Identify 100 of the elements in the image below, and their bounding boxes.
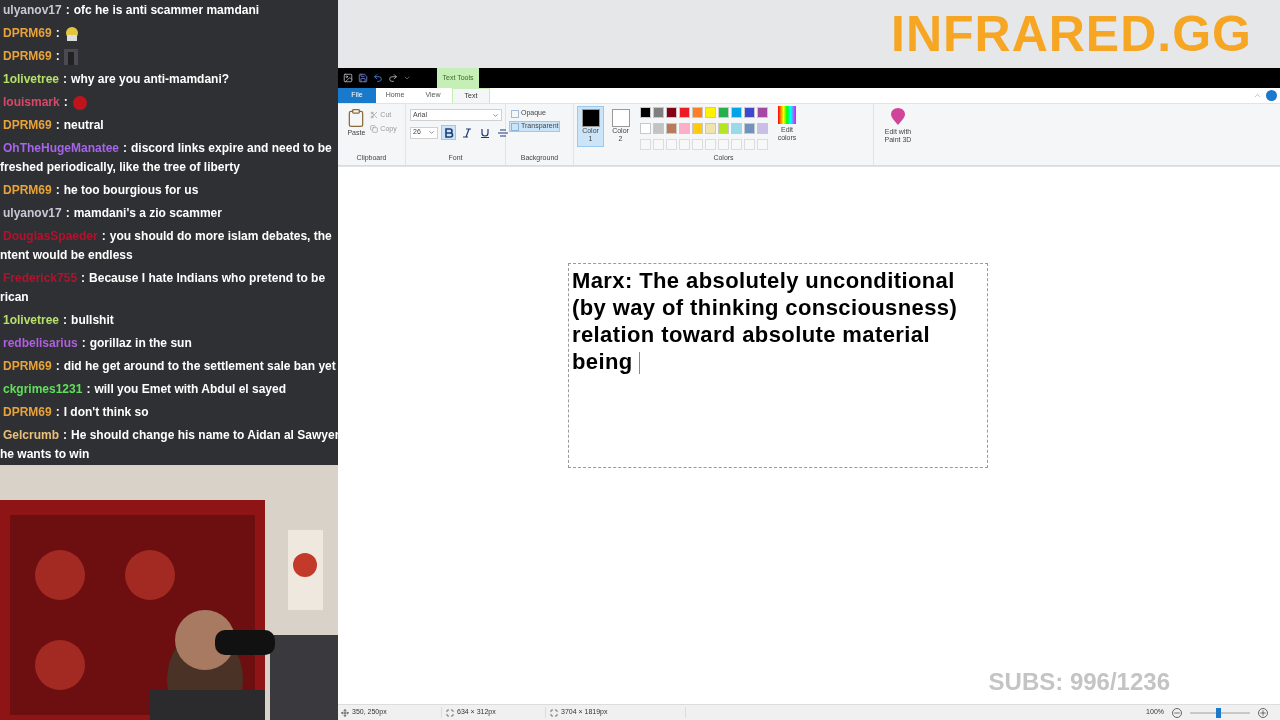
palette-swatch[interactable] — [653, 107, 664, 118]
palette-swatch[interactable] — [757, 107, 768, 118]
chat-colon: : — [55, 117, 60, 134]
chat-username[interactable]: 1olivetree — [3, 70, 60, 89]
chat-username[interactable]: ckgrimes1231 — [3, 380, 83, 399]
chat-message: mamdani's a zio scammer — [73, 205, 222, 222]
caret-icon[interactable] — [403, 74, 411, 82]
palette-swatch[interactable] — [640, 107, 651, 118]
logo-text: INFRARED.GG — [891, 4, 1252, 64]
chat-colon: : — [55, 358, 60, 375]
chat-username[interactable]: ulyanov17 — [3, 1, 62, 20]
chat-username[interactable]: Gelcrumb — [3, 426, 59, 445]
palette-swatch[interactable] — [666, 107, 677, 118]
chat-colon: : — [123, 140, 127, 157]
empty-swatch[interactable] — [757, 138, 768, 150]
chat-colon: : — [81, 270, 86, 287]
palette-swatch[interactable] — [692, 107, 703, 118]
chat-username[interactable]: DPRM69 — [3, 24, 52, 43]
chat-message: ntent would be endless — [0, 247, 134, 264]
chat-colon: : — [63, 312, 68, 329]
text-box[interactable]: Marx: The absolutely unconditional (by way of thinking consciousness) relation toward absolute material being — [568, 263, 988, 468]
help-icon[interactable] — [1266, 90, 1277, 101]
collapse-icon[interactable] — [1253, 91, 1262, 100]
color-spectrum-icon — [778, 106, 796, 124]
palette-swatch[interactable] — [666, 122, 677, 134]
palette-swatch[interactable] — [705, 122, 716, 134]
chat-message: freshed periodically, like the tree of liberty — [0, 159, 241, 176]
palette-swatch[interactable] — [718, 107, 729, 118]
chat-message: bullshit — [71, 312, 114, 329]
chat-message: discord links expire and need to be — [131, 140, 332, 157]
underline-icon — [479, 127, 490, 138]
chat-username[interactable]: DPRM69 — [3, 357, 52, 376]
chat-colon: : — [81, 335, 86, 352]
chat-colon: : — [86, 381, 91, 398]
zoom-in-icon[interactable] — [1258, 707, 1268, 718]
cursor-position-icon — [341, 708, 349, 717]
chat-message: he too bourgious for us — [63, 182, 199, 199]
empty-swatch[interactable] — [731, 138, 742, 150]
chat-username[interactable]: 1olivetree — [3, 311, 60, 330]
zoom-thumb[interactable] — [1216, 707, 1222, 718]
emote-icon — [71, 94, 88, 111]
palette-swatch[interactable] — [679, 122, 690, 134]
canvas-text: Marx: The absolutely unconditional (by way of thinking consciousness) relation toward absolute material being — [572, 267, 959, 375]
caret-icon — [428, 129, 435, 136]
empty-swatch[interactable] — [640, 138, 651, 150]
chat-message: why are you anti-mamdani? — [71, 71, 230, 88]
chat-message: you should do more islam debates, the — [109, 228, 332, 245]
palette-swatch[interactable] — [692, 122, 703, 134]
palette-swatch[interactable] — [705, 107, 716, 118]
chat-username[interactable]: DPRM69 — [3, 116, 52, 135]
empty-swatch[interactable] — [705, 138, 716, 150]
palette-swatch[interactable] — [640, 122, 651, 134]
chat-colon: : — [65, 205, 70, 222]
strike-icon — [496, 127, 509, 138]
chat-colon: : — [55, 182, 60, 199]
chat-username[interactable]: DPRM69 — [3, 47, 52, 66]
emote-icon — [63, 25, 80, 42]
empty-swatch[interactable] — [718, 138, 729, 150]
redo-icon[interactable] — [388, 73, 398, 83]
empty-swatch[interactable] — [666, 138, 677, 150]
app-icon — [343, 73, 353, 83]
bold-button[interactable] — [441, 125, 456, 140]
chat-colon: : — [63, 71, 68, 88]
chat-message: did he get around to the settlement sale ban yet — [63, 358, 336, 375]
empty-swatch[interactable] — [744, 138, 755, 150]
paint-3d-icon — [890, 108, 906, 126]
chat-username[interactable]: OhTheHugeManatee — [3, 139, 119, 158]
caret-icon — [492, 111, 499, 119]
image-size-icon — [550, 708, 558, 717]
chat-colon: : — [63, 427, 67, 444]
palette-swatch[interactable] — [679, 107, 690, 118]
empty-swatch[interactable] — [692, 138, 703, 150]
chat-message: gorillaz in the sun — [89, 335, 192, 352]
empty-swatch[interactable] — [653, 138, 664, 150]
undo-icon[interactable] — [373, 73, 383, 83]
save-icon[interactable] — [358, 73, 368, 83]
bold-icon — [443, 127, 454, 138]
chat-username[interactable]: DPRM69 — [3, 403, 52, 422]
palette-swatch[interactable] — [731, 107, 742, 118]
subs-counter: SUBS: 996/1236 — [988, 667, 1170, 697]
palette-swatch[interactable] — [744, 122, 755, 134]
palette-swatch[interactable] — [653, 122, 664, 134]
chat-colon: : — [63, 94, 68, 111]
chat-username[interactable]: DPRM69 — [3, 181, 52, 200]
palette-swatch[interactable] — [757, 122, 768, 134]
chat-message: rican — [0, 289, 30, 306]
palette-swatch[interactable] — [718, 122, 729, 134]
palette-swatch[interactable] — [731, 122, 742, 134]
scissors-icon — [370, 111, 379, 120]
emote-icon — [63, 48, 78, 65]
palette-swatch[interactable] — [744, 107, 755, 118]
chat-message: will you Emet with Abdul el sayed — [94, 381, 286, 398]
chat-message: he wants to win — [0, 446, 91, 463]
chat-username[interactable]: redbelisarius — [3, 334, 78, 353]
copy-icon — [370, 124, 379, 133]
chat-colon: : — [101, 228, 106, 245]
chat-username[interactable]: ulyanov17 — [3, 204, 62, 223]
chat-message: neutral — [63, 117, 104, 134]
italic-icon — [461, 127, 472, 138]
empty-swatch[interactable] — [679, 138, 690, 150]
